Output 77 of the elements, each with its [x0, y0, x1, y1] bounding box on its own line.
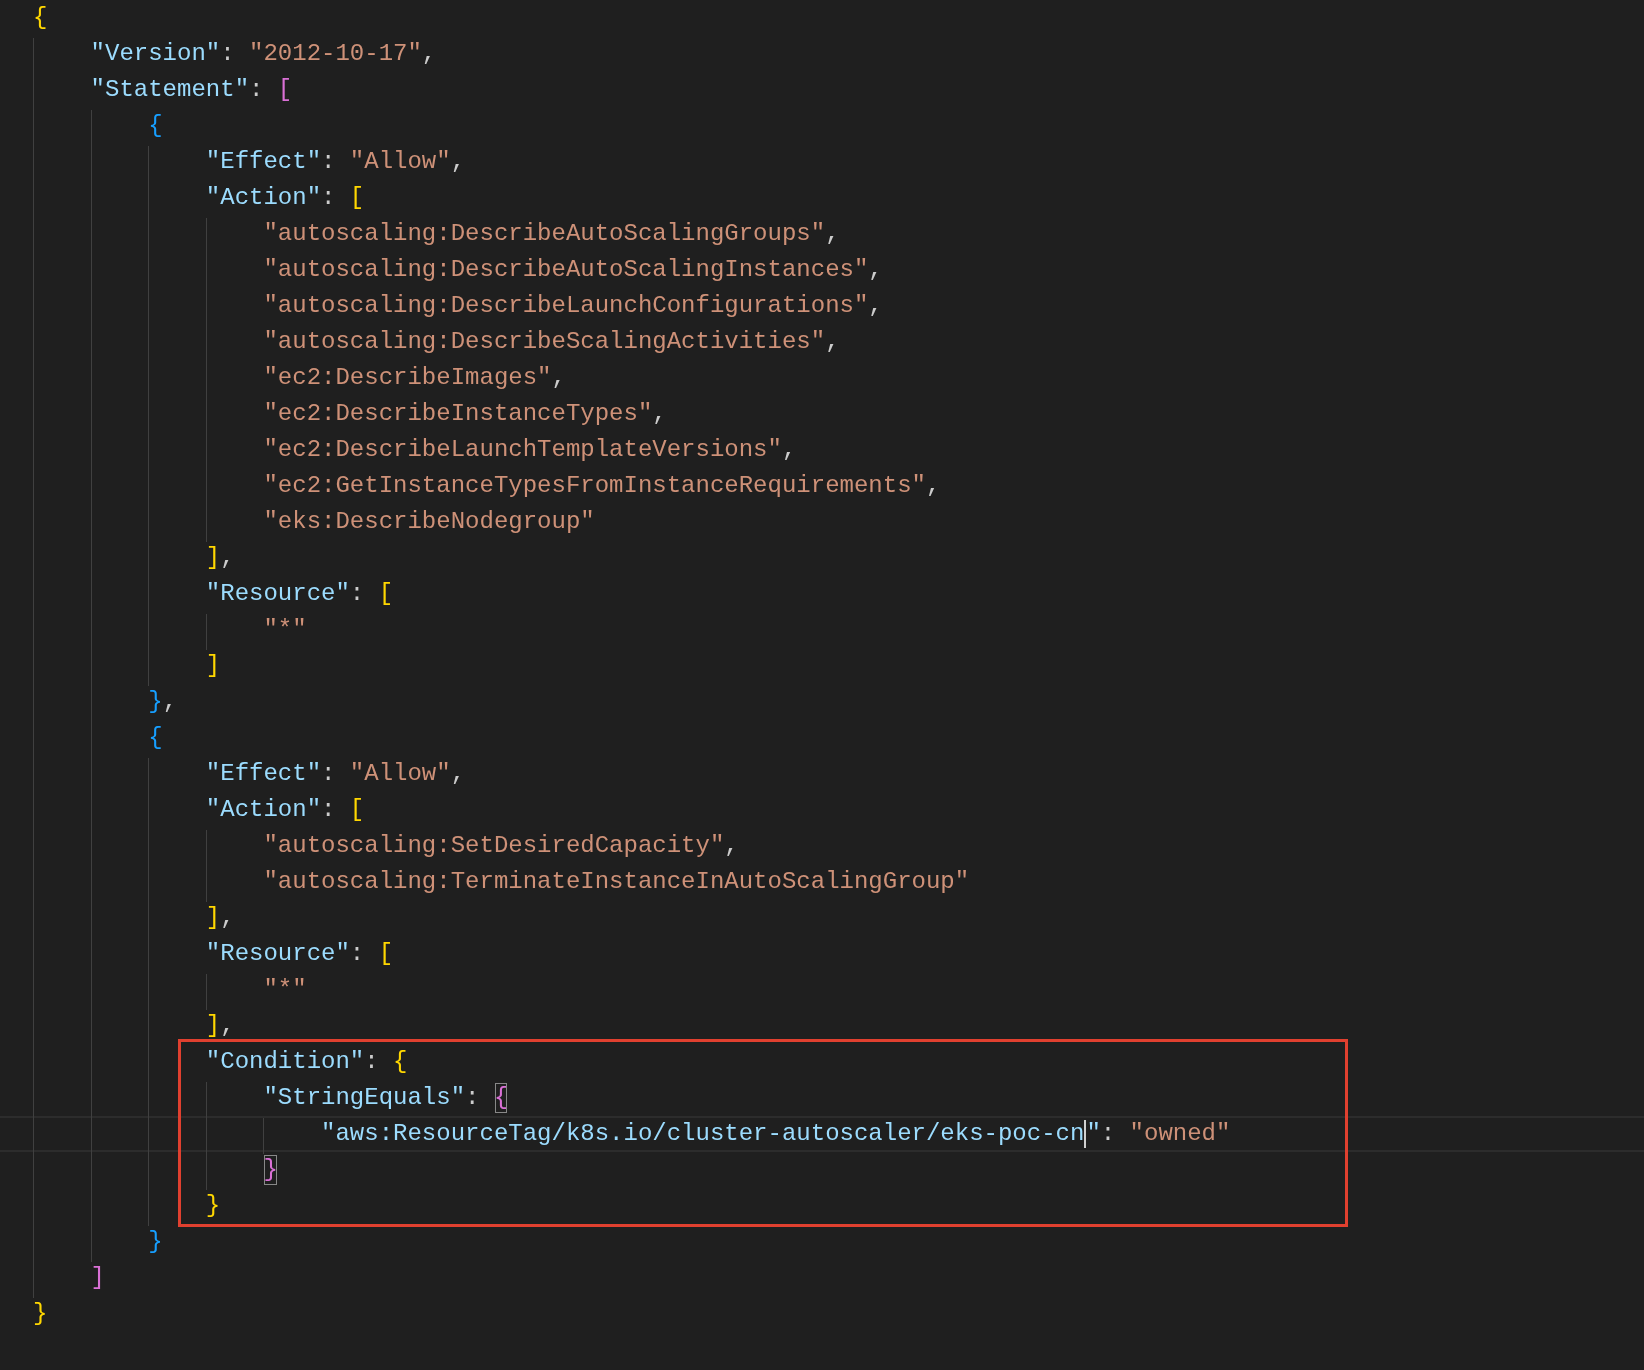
punctuation: , [868, 291, 883, 321]
json-key: "Action" [205, 794, 322, 826]
json-key: "Effect" [205, 758, 322, 790]
json-key: "Resource" [205, 938, 350, 970]
punctuation: : [349, 579, 365, 609]
json-key: "Action" [205, 182, 322, 214]
string-value: "ec2:DescribeImages" [263, 363, 552, 393]
string-value: "ec2:DescribeLaunchTemplateVersions" [263, 435, 782, 465]
string-value: "autoscaling:DescribeLaunchConfigurations" [263, 291, 869, 321]
punctuation: , [652, 399, 667, 429]
punctuation: : [321, 183, 336, 213]
bracket: ] [205, 651, 221, 681]
punctuation: , [868, 255, 883, 285]
string-value: "2012-10-17" [249, 39, 422, 69]
string-value: "ec2:GetInstanceTypesFromInstanceRequirements" [263, 471, 926, 501]
json-key: " [1086, 1118, 1101, 1150]
json-key: "Condition" [205, 1046, 365, 1078]
punctuation: , [220, 903, 235, 933]
punctuation: , [925, 471, 941, 501]
string-value: "autoscaling:TerminateInstanceInAutoScalingGroup" [263, 867, 970, 897]
punctuation: , [450, 147, 466, 177]
bracket: } [205, 1191, 221, 1221]
string-value: "Allow" [349, 759, 451, 789]
punctuation: , [825, 219, 840, 249]
punctuation: : [249, 75, 264, 105]
string-value: "ec2:DescribeInstanceTypes" [263, 399, 653, 429]
punctuation: : [349, 939, 365, 969]
string-value: "autoscaling:SetDesiredCapacity" [263, 831, 725, 861]
text-caret [1084, 1120, 1087, 1148]
string-value: "owned" [1129, 1119, 1231, 1149]
bracket: ] [90, 1263, 105, 1293]
punctuation: , [450, 759, 466, 789]
punctuation: : [321, 147, 336, 177]
punctuation: , [421, 39, 437, 69]
bracket: { [148, 723, 163, 753]
punctuation: , [724, 831, 739, 861]
json-key: "Resource" [205, 578, 350, 610]
string-value: "eks:DescribeNodegroup" [263, 507, 595, 537]
json-key: "Statement" [90, 74, 250, 106]
bracket: [ [277, 75, 293, 105]
json-key: "Version" [90, 38, 221, 70]
bracket: [ [349, 183, 365, 213]
string-value: "Allow" [349, 147, 451, 177]
bracket: ] [205, 903, 221, 933]
bracket: } [263, 1154, 278, 1186]
bracket: ] [205, 1011, 221, 1041]
bracket: [ [349, 795, 365, 825]
json-key: "StringEquals" [263, 1082, 466, 1114]
bracket: ] [205, 543, 221, 573]
bracket: [ [378, 579, 394, 609]
punctuation: : [465, 1083, 480, 1113]
punctuation: , [162, 687, 178, 717]
punctuation: : [220, 39, 235, 69]
bracket: { [493, 1082, 509, 1114]
bracket: { [33, 3, 48, 33]
bracket: { [393, 1047, 408, 1077]
string-value: "autoscaling:DescribeAutoScalingInstances" [263, 255, 869, 285]
bracket: } [33, 1299, 48, 1329]
bracket: } [148, 1227, 163, 1257]
string-value: "*" [263, 615, 307, 645]
string-value: "*" [263, 975, 307, 1005]
bracket: { [148, 111, 163, 141]
string-value: "autoscaling:DescribeAutoScalingGroups" [263, 219, 826, 249]
punctuation: : [321, 795, 336, 825]
string-value: "autoscaling:DescribeScalingActivities" [263, 327, 826, 357]
json-key: "Effect" [205, 146, 322, 178]
punctuation: , [825, 327, 840, 357]
punctuation: : [1100, 1119, 1116, 1149]
bracket: [ [378, 939, 394, 969]
punctuation: , [220, 543, 235, 573]
punctuation: , [220, 1011, 235, 1041]
punctuation: : [364, 1047, 379, 1077]
punctuation: , [551, 363, 566, 393]
bracket: } [148, 687, 163, 717]
json-key: "aws:ResourceTag/k8s.io/cluster-autoscaler/eks-poc-cn [321, 1118, 1085, 1150]
punctuation: , [781, 435, 797, 465]
punctuation: : [321, 759, 336, 789]
